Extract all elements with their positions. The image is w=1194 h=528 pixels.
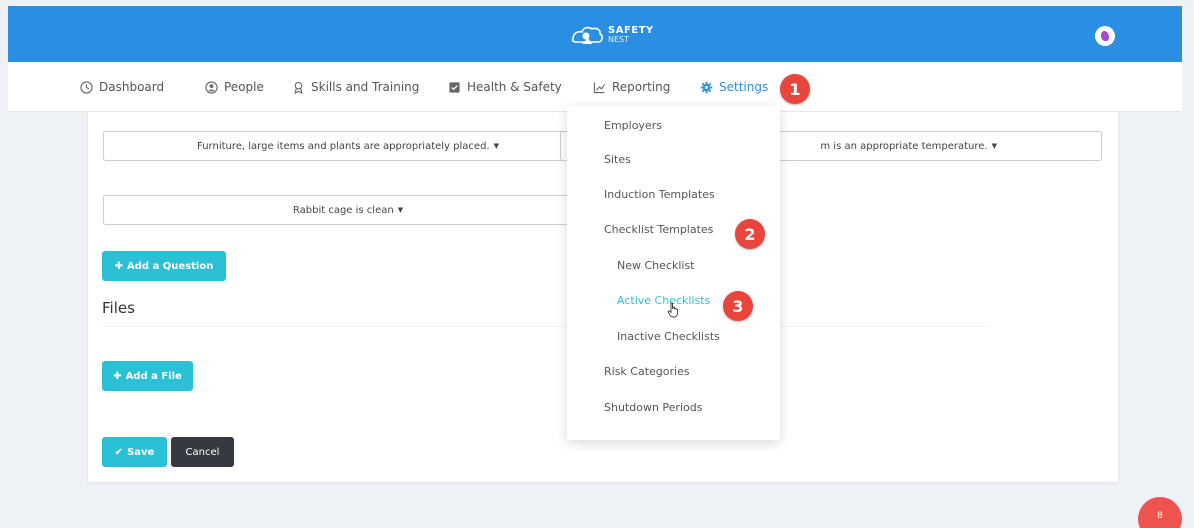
- gear-icon: [700, 81, 713, 93]
- plus-icon: ✚: [114, 260, 124, 272]
- question-dropdown[interactable]: Rabbit cage is clean ▼: [103, 195, 593, 225]
- files-heading: Files: [102, 299, 135, 317]
- nav-people-label: People: [224, 80, 264, 94]
- award-icon: [294, 81, 303, 94]
- logo-line1: SAFETY: [608, 25, 654, 36]
- floating-action-button[interactable]: 8: [1138, 497, 1182, 528]
- menu-item-shutdown-periods[interactable]: Shutdown Periods: [604, 401, 702, 414]
- user-circle-icon: [205, 80, 218, 94]
- nav-reporting[interactable]: Reporting: [593, 80, 670, 94]
- question-text: Rabbit cage is clean: [292, 204, 394, 216]
- cancel-button[interactable]: Cancel: [171, 437, 234, 467]
- nav-settings[interactable]: Settings: [700, 80, 768, 94]
- files-divider: [102, 326, 990, 327]
- add-question-button[interactable]: ✚ Add a Question: [102, 251, 226, 281]
- menu-item-new-checklist[interactable]: New Checklist: [617, 259, 694, 272]
- save-button[interactable]: ✔ Save: [102, 437, 167, 467]
- nav-people[interactable]: People: [205, 80, 264, 94]
- add-question-label: Add a Question: [127, 260, 214, 272]
- menu-item-active-checklists[interactable]: Active Checklists: [617, 294, 710, 307]
- logo-line2: NEST: [608, 35, 630, 44]
- question-dropdown[interactable]: Furniture, large items and plants are ap…: [103, 131, 593, 161]
- step-2-badge: 2: [735, 219, 765, 249]
- question-text: m is an appropriate temperature.: [820, 140, 988, 152]
- caret-down-icon: ▼: [991, 142, 997, 150]
- nav-health-and-safety[interactable]: Health & Safety: [448, 80, 562, 94]
- check-icon: ✔: [114, 446, 124, 458]
- nav-dashboard[interactable]: Dashboard: [80, 80, 164, 94]
- nav-health-safety-label: Health & Safety: [467, 80, 562, 94]
- plus-icon: ✚: [113, 370, 122, 382]
- top-bar: SAFETY NEST: [8, 6, 1182, 62]
- main-navigation: Dashboard People Skills and Training Hea…: [8, 62, 1182, 112]
- hand-pointer-icon: [667, 302, 678, 318]
- cancel-label: Cancel: [185, 446, 220, 458]
- menu-item-employers[interactable]: Employers: [604, 119, 662, 132]
- checklist-icon: [449, 81, 460, 93]
- save-label: Save: [127, 446, 155, 458]
- caret-down-icon: ▼: [397, 206, 404, 214]
- nav-skills-label: Skills and Training: [311, 80, 420, 94]
- user-avatar[interactable]: [1095, 26, 1115, 46]
- question-text: Furniture, large items and plants are ap…: [197, 140, 490, 152]
- menu-item-risk-categories[interactable]: Risk Categories: [604, 365, 690, 378]
- line-chart-icon: [593, 81, 606, 93]
- fab-label: 8: [1157, 511, 1163, 521]
- safety-nest-logo[interactable]: SAFETY NEST: [570, 24, 654, 46]
- menu-item-sites[interactable]: Sites: [604, 153, 631, 166]
- nav-reporting-label: Reporting: [612, 80, 671, 94]
- add-file-label: Add a File: [125, 370, 182, 382]
- step-1-badge: 1: [780, 74, 810, 104]
- menu-item-inactive-checklists[interactable]: Inactive Checklists: [617, 330, 720, 343]
- clock-icon: [80, 80, 93, 94]
- menu-item-induction-templates[interactable]: Induction Templates: [604, 188, 715, 201]
- nav-skills-and-training[interactable]: Skills and Training: [292, 80, 419, 94]
- nav-settings-label: Settings: [719, 80, 769, 94]
- logo-text: SAFETY NEST: [608, 25, 654, 45]
- menu-item-checklist-templates[interactable]: Checklist Templates: [604, 223, 713, 236]
- add-file-button[interactable]: ✚ Add a File: [102, 361, 193, 391]
- caret-down-icon: ▼: [493, 142, 499, 150]
- step-3-badge: 3: [723, 291, 753, 321]
- bird-logo-icon: [571, 26, 603, 44]
- settings-dropdown-menu: Employers Sites Induction Templates Chec…: [567, 106, 780, 440]
- nav-dashboard-label: Dashboard: [99, 80, 165, 94]
